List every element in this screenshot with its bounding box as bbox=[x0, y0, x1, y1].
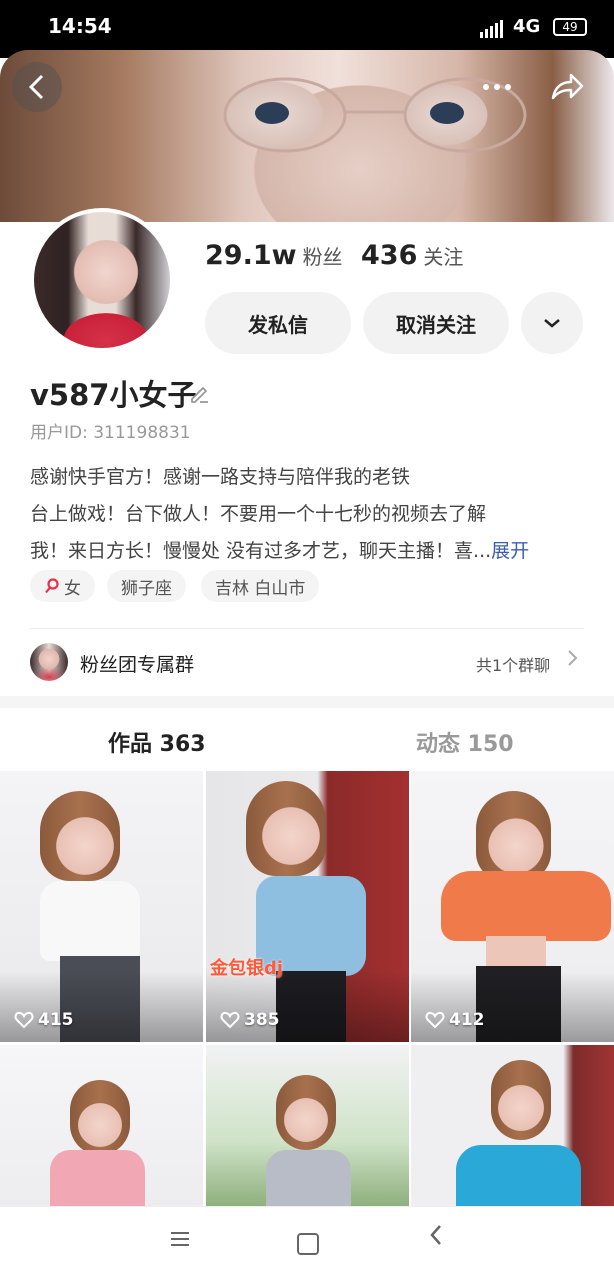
person-head bbox=[70, 1080, 130, 1155]
battery-icon: 49 bbox=[553, 18, 587, 36]
more-dots-icon bbox=[483, 84, 511, 90]
user-id: 用户ID: 311198831 bbox=[30, 423, 191, 443]
location-tag: 吉林 白山市 bbox=[201, 570, 320, 602]
zodiac-tag: 狮子座 bbox=[107, 570, 186, 602]
likes-value: 412 bbox=[449, 1010, 485, 1030]
likes-count: 412 bbox=[425, 1010, 485, 1030]
person-head bbox=[476, 791, 551, 881]
tab-works[interactable]: 作品 363 bbox=[108, 726, 206, 758]
video-thumbnail[interactable]: 412 bbox=[411, 771, 614, 1042]
likes-count: 385 bbox=[220, 1010, 280, 1030]
video-thumbnail[interactable] bbox=[0, 1045, 203, 1206]
back-button[interactable] bbox=[12, 62, 62, 112]
fan-group-count: 共1个群聊 bbox=[476, 656, 551, 675]
fans-label: 粉丝 bbox=[302, 245, 343, 269]
bio-line-last: 我！来日方长！慢慢处 没有过多才艺，聊天主播！喜...展开 bbox=[30, 536, 529, 563]
username: v587小女子 bbox=[30, 378, 197, 412]
pink-top bbox=[50, 1150, 145, 1206]
person-head bbox=[491, 1060, 551, 1140]
bio-line: 感谢快手官方！感谢一路支持与陪伴我的老铁 bbox=[30, 466, 411, 488]
person-head bbox=[246, 781, 326, 876]
likes-value: 385 bbox=[244, 1010, 280, 1030]
send-message-button[interactable]: 发私信 bbox=[205, 292, 351, 354]
share-button[interactable] bbox=[542, 62, 592, 112]
following-count: 436 bbox=[361, 240, 418, 271]
video-thumbnail[interactable]: 金包银dj 385 bbox=[206, 771, 409, 1042]
bio-text: 我！来日方长！慢慢处 没有过多才艺，聊天主播！喜... bbox=[30, 540, 492, 562]
section-separator bbox=[0, 696, 614, 708]
status-time: 14:54 bbox=[48, 14, 112, 38]
thumb-shadow bbox=[411, 971, 614, 1042]
person-head bbox=[40, 791, 120, 881]
thumb-shadow bbox=[0, 971, 203, 1042]
back-chevron-icon bbox=[28, 74, 44, 100]
person-head bbox=[276, 1075, 336, 1150]
share-icon bbox=[551, 73, 584, 100]
following-stat[interactable]: 436 关注 bbox=[361, 240, 463, 271]
gray-top bbox=[266, 1150, 351, 1206]
tab-moments[interactable]: 动态 150 bbox=[416, 726, 514, 758]
fans-count: 29.1w bbox=[205, 240, 297, 271]
signal-icon bbox=[480, 20, 503, 38]
network-type: 4G bbox=[513, 16, 541, 37]
avatar[interactable] bbox=[30, 208, 174, 352]
fans-stat[interactable]: 29.1w 粉丝 bbox=[205, 240, 343, 271]
blue-top bbox=[456, 1145, 581, 1206]
orange-top bbox=[441, 871, 611, 941]
following-label: 关注 bbox=[423, 245, 464, 269]
white-top bbox=[40, 881, 140, 961]
fan-group-title: 粉丝团专属群 bbox=[80, 654, 195, 676]
video-thumbnail[interactable] bbox=[411, 1045, 614, 1206]
bio-line: 台上做戏！台下做人！不要用一个十七秒的视频去了解 bbox=[30, 503, 487, 525]
chevron-down-icon bbox=[544, 319, 560, 328]
gender-tag: 女 bbox=[30, 570, 95, 602]
nav-back-icon[interactable] bbox=[427, 1222, 445, 1248]
gender-label: 女 bbox=[64, 578, 81, 599]
video-thumbnail[interactable] bbox=[206, 1045, 409, 1206]
unfollow-button[interactable]: 取消关注 bbox=[363, 292, 509, 354]
menu-icon[interactable] bbox=[170, 1230, 190, 1248]
edit-icon[interactable] bbox=[188, 382, 210, 404]
heart-icon bbox=[14, 1011, 34, 1029]
likes-value: 415 bbox=[38, 1010, 74, 1030]
female-icon bbox=[45, 578, 59, 594]
video-thumbnail[interactable]: 415 bbox=[0, 771, 203, 1042]
likes-count: 415 bbox=[14, 1010, 74, 1030]
expand-bio-link[interactable]: 展开 bbox=[491, 540, 529, 562]
more-actions-button[interactable] bbox=[521, 292, 583, 354]
heart-icon bbox=[425, 1011, 445, 1029]
midriff bbox=[486, 936, 546, 966]
home-icon[interactable] bbox=[297, 1233, 319, 1255]
divider bbox=[30, 628, 584, 629]
profile-cover-image bbox=[0, 50, 614, 225]
chevron-right-icon bbox=[568, 650, 578, 666]
thumb-shadow bbox=[206, 971, 409, 1042]
fan-group-avatar bbox=[30, 643, 68, 681]
more-button[interactable] bbox=[472, 62, 522, 112]
heart-icon bbox=[220, 1011, 240, 1029]
